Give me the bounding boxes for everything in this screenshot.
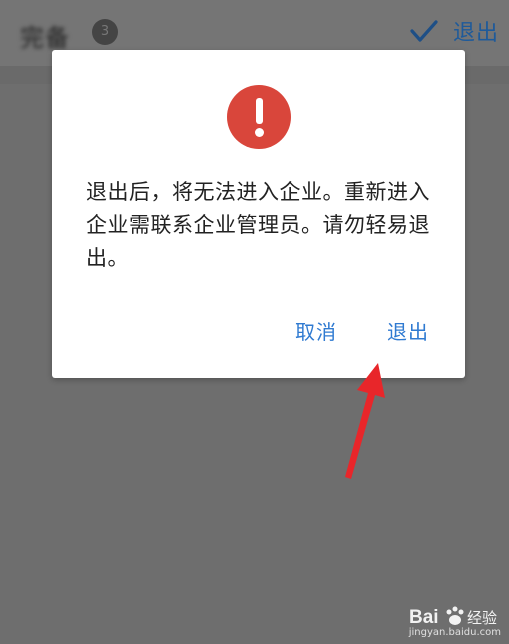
confirm-exit-button[interactable]: 退出 — [387, 316, 429, 345]
baidu-watermark: Bai 经验 jingyan.baidu.com — [409, 603, 501, 638]
dialog-actions: 取消 退出 — [295, 316, 429, 345]
cancel-button[interactable]: 取消 — [295, 316, 337, 345]
screen: 完备 3 退出 退出后，将无法进入企业。重新进入企业需联系企业管理员。请勿轻易退… — [0, 0, 509, 644]
watermark-url: jingyan.baidu.com — [408, 627, 501, 638]
exclamation-icon — [227, 85, 291, 149]
svg-text:经验: 经验 — [467, 609, 497, 627]
header-exit-action[interactable]: 退出 — [409, 15, 499, 47]
header-title: 完备 — [20, 24, 70, 52]
red-arrow-annotation — [345, 363, 385, 479]
header-badge: 3 — [92, 19, 118, 45]
baidu-jingyan-logo: Bai 经验 — [409, 606, 497, 628]
svg-text:Bai: Bai — [409, 607, 439, 628]
header-exit-button[interactable]: 退出 — [453, 15, 499, 47]
dialog-message: 退出后，将无法进入企业。重新进入企业需联系企业管理员。请勿轻易退出。 — [86, 180, 430, 270]
exit-confirm-dialog: 退出后，将无法进入企业。重新进入企业需联系企业管理员。请勿轻易退出。 取消 退出 — [52, 50, 465, 378]
check-icon[interactable] — [409, 16, 439, 46]
